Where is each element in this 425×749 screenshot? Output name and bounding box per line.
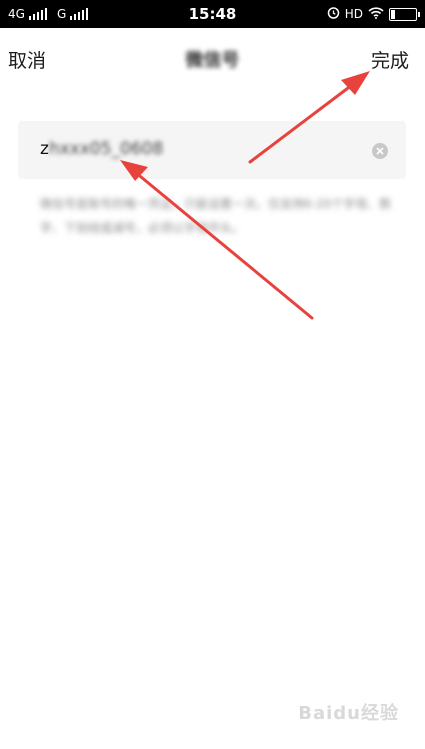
- watermark: Baidu经验: [298, 703, 399, 724]
- clear-input-icon[interactable]: [372, 143, 388, 159]
- wechat-id-input[interactable]: zhxxx05_0608: [18, 121, 406, 179]
- status-right: HD: [327, 0, 420, 28]
- annotation-arrows: [120, 71, 370, 320]
- hd-label: HD: [344, 7, 363, 21]
- status-bar: 4G G 15:48 HD: [0, 0, 425, 28]
- nav-header: 取消 微信号 完成: [0, 28, 425, 88]
- input-value: zhxxx05_0608: [40, 139, 163, 159]
- alarm-icon: [327, 6, 340, 22]
- battery-icon: [389, 7, 420, 21]
- input-value-obscured: hxxx05_0608: [48, 139, 164, 159]
- page-title: 微信号: [185, 50, 240, 71]
- input-value-visible: z: [40, 139, 49, 159]
- wifi-icon: [368, 6, 384, 22]
- done-button[interactable]: 完成: [371, 46, 409, 73]
- hint-text: 微信号是账号的唯一凭证，只能设置一次。仅支持6-20个字母、数字、下划线或减号，…: [40, 197, 392, 235]
